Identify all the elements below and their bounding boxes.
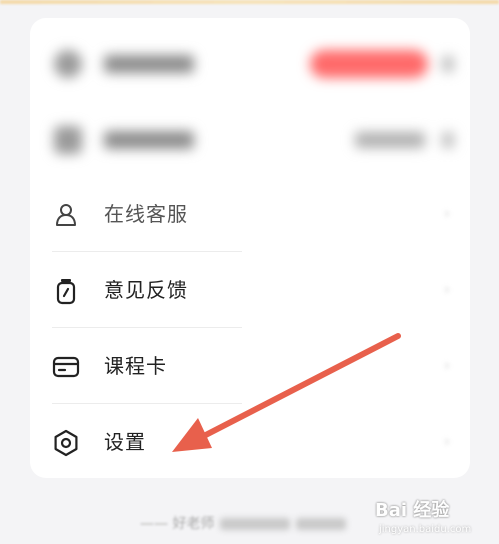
chevron-right-icon: ›	[444, 434, 450, 450]
menu-item-online-service[interactable]: 在线客服 ›	[30, 176, 470, 252]
watermark-sub: jingyan.baidu.com	[379, 524, 472, 535]
watermark-main: Bai 经验	[375, 500, 450, 521]
blurred-footer-text	[296, 518, 347, 530]
blurred-chevron-icon	[442, 56, 454, 72]
menu-item-feedback[interactable]: 意见反馈 ›	[30, 252, 470, 328]
blurred-label	[104, 55, 194, 73]
menu-row-blurred-2[interactable]	[30, 102, 470, 178]
blurred-label	[104, 131, 194, 149]
watermark-logo: Bai 经验 jingyan.baidu.com	[375, 500, 493, 540]
menu-item-label: 意见反馈	[104, 278, 188, 302]
chevron-right-icon: ›	[444, 358, 450, 374]
menu-item-label: 课程卡	[104, 354, 167, 378]
settings-hexagon-icon	[52, 429, 80, 457]
menu-item-course-card[interactable]: 课程卡 ›	[30, 328, 470, 404]
menu-row-blurred-1[interactable]	[30, 26, 470, 102]
header-banner-edge	[0, 0, 499, 4]
blurred-chevron-icon	[442, 132, 454, 148]
footer-text: —— 好老师	[140, 516, 215, 532]
blurred-value	[355, 132, 425, 148]
blurred-footer-text	[220, 518, 291, 530]
blurred-badge	[310, 50, 428, 78]
chevron-right-icon: ›	[444, 282, 450, 298]
headset-person-icon	[52, 201, 80, 229]
menu-item-settings[interactable]: 设置 ›	[30, 404, 470, 480]
feedback-clipboard-icon	[52, 277, 80, 305]
course-card-icon	[52, 353, 80, 381]
blurred-icon	[54, 126, 82, 154]
menu-item-label: 设置	[104, 430, 146, 454]
menu-item-label: 在线客服	[104, 202, 188, 226]
chevron-right-icon: ›	[444, 206, 450, 222]
app-screen: 在线客服 › 意见反馈 › 课程卡 › 设置 › —— 好老师 Bai 经验 j…	[0, 0, 499, 544]
footer-slogan: —— 好老师	[140, 512, 360, 536]
blurred-icon	[54, 50, 82, 78]
menu-card: 在线客服 › 意见反馈 › 课程卡 › 设置 ›	[30, 18, 470, 478]
